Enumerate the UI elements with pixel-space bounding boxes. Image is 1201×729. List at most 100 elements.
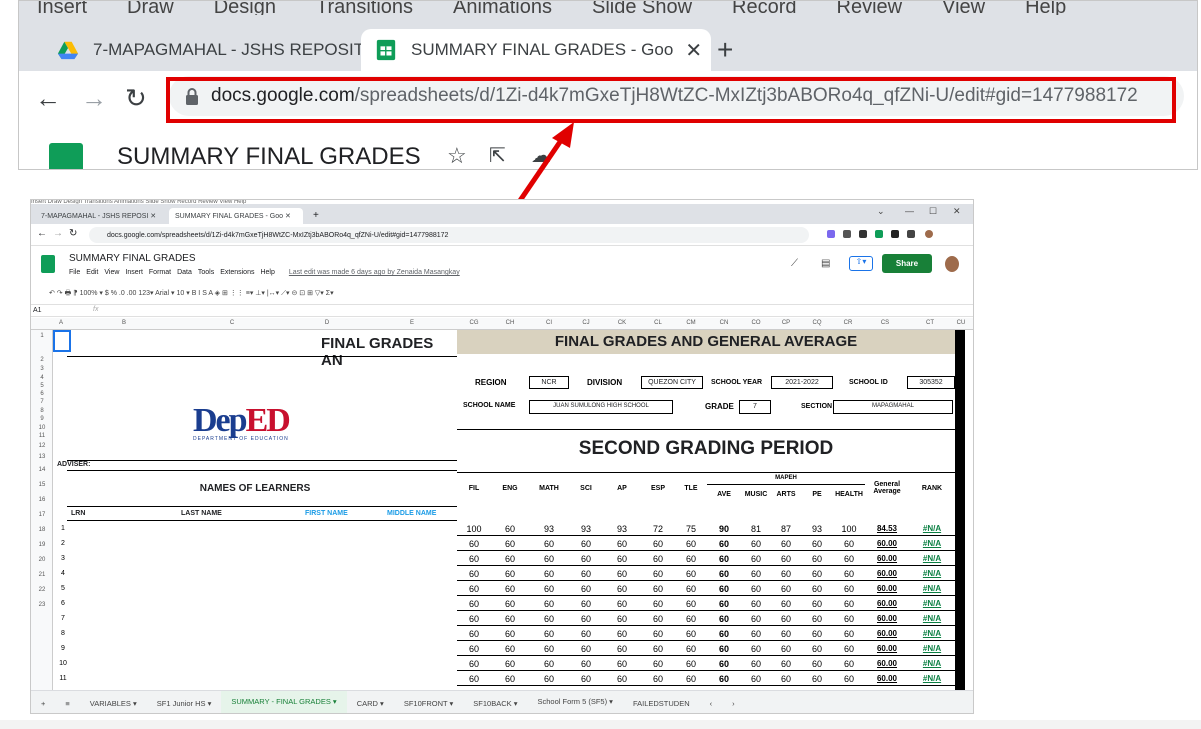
grade-cell[interactable]: 60 <box>707 644 741 654</box>
grade-cell[interactable]: 60 <box>801 599 833 609</box>
extension-icon[interactable] <box>827 230 835 238</box>
row-header[interactable]: 2 <box>31 357 53 363</box>
general-average-cell[interactable]: 60.00 <box>865 614 909 623</box>
grade-cell[interactable]: 60 <box>801 554 833 564</box>
extension-icon[interactable] <box>891 230 899 238</box>
general-average-cell[interactable]: 60.00 <box>865 569 909 578</box>
grade-cell[interactable]: 60 <box>771 614 801 624</box>
grade-cell[interactable]: 60 <box>457 599 491 609</box>
col-header[interactable]: CS <box>863 320 907 326</box>
row-header[interactable]: 7 <box>31 399 53 405</box>
back-icon[interactable]: ← <box>37 228 47 239</box>
tab-search-icon[interactable]: ⌄ <box>877 206 885 217</box>
grade-cell[interactable]: 60 <box>833 659 865 669</box>
grade-cell[interactable]: 60 <box>833 644 865 654</box>
grade-cell[interactable]: 60 <box>741 599 771 609</box>
present-button[interactable]: ⇧▾ <box>849 256 873 271</box>
row-header[interactable]: 15 <box>31 482 53 488</box>
grade-cell[interactable]: 60 <box>801 644 833 654</box>
grade-cell[interactable]: 60 <box>603 674 641 684</box>
grade-cell[interactable]: 60 <box>707 629 741 639</box>
grade-cell[interactable]: 60 <box>801 569 833 579</box>
grade-cell[interactable]: 60 <box>457 584 491 594</box>
col-header[interactable]: CG <box>457 320 491 326</box>
menu-edit[interactable]: Edit <box>86 269 98 276</box>
sheet-tab[interactable]: School Form 5 (SF5) ▾ <box>527 691 623 713</box>
section-value[interactable]: MAPAGMAHAL <box>833 400 953 414</box>
grade-cell[interactable]: 60 <box>457 569 491 579</box>
grade-cell[interactable]: 60 <box>491 644 529 654</box>
grade-cell[interactable]: 60 <box>801 674 833 684</box>
grade-cell[interactable]: 60 <box>741 614 771 624</box>
col-header[interactable]: CT <box>907 320 953 326</box>
extension-icon[interactable] <box>875 230 883 238</box>
grade-cell[interactable]: 60 <box>641 644 675 654</box>
col-header[interactable]: CP <box>771 320 801 326</box>
profile-avatar[interactable] <box>925 230 933 238</box>
minimize-icon[interactable]: — <box>905 206 914 216</box>
grade-cell[interactable]: 60 <box>675 599 707 609</box>
grade-cell[interactable]: 93 <box>603 524 641 534</box>
grade-cell[interactable]: 60 <box>801 584 833 594</box>
col-header[interactable]: CJ <box>569 320 603 326</box>
tab-jshs-repository[interactable]: 7-MAPAGMAHAL - JSHS REPOSI ✕ <box>35 208 165 224</box>
doc-title[interactable]: SUMMARY FINAL GRADES <box>117 143 421 169</box>
general-average-cell[interactable]: 60.00 <box>865 539 909 548</box>
omnibox[interactable]: docs.google.com/spreadsheets/d/1Zi-d4k7m… <box>89 227 809 243</box>
grade-cell[interactable]: 60 <box>771 674 801 684</box>
scroll-left-icon[interactable]: ‹ <box>700 691 723 714</box>
col-header[interactable]: D <box>285 320 369 326</box>
tab-summary-final-grades[interactable]: SUMMARY FINAL GRADES - Goo ✕ <box>361 29 711 71</box>
sheet-tab[interactable]: SF10BACK ▾ <box>463 691 527 714</box>
rank-cell[interactable]: #N/A <box>909 659 955 668</box>
avatar[interactable] <box>945 256 959 272</box>
grade-cell[interactable]: 60 <box>707 584 741 594</box>
grade-cell[interactable]: 60 <box>801 539 833 549</box>
grade-cell[interactable]: 60 <box>641 674 675 684</box>
rank-cell[interactable]: #N/A <box>909 554 955 563</box>
grade-cell[interactable]: 60 <box>641 584 675 594</box>
grade-cell[interactable]: 60 <box>529 674 569 684</box>
grade-cell[interactable]: 60 <box>741 674 771 684</box>
grade-cell[interactable]: 60 <box>491 554 529 564</box>
menu-extensions[interactable]: Extensions <box>220 269 254 276</box>
general-average-cell[interactable]: 60.00 <box>865 659 909 668</box>
menu-help[interactable]: Help <box>260 269 274 276</box>
grade-cell[interactable]: 60 <box>641 569 675 579</box>
row-header[interactable]: 1 <box>31 333 53 339</box>
sheet-tab[interactable]: SF1 Junior HS ▾ <box>147 691 222 714</box>
grade-cell[interactable]: 60 <box>675 569 707 579</box>
grade-cell[interactable]: 60 <box>641 614 675 624</box>
grade-cell[interactable]: 60 <box>771 554 801 564</box>
grade-cell[interactable]: 60 <box>529 584 569 594</box>
grade-cell[interactable]: 60 <box>603 614 641 624</box>
grade-cell[interactable]: 60 <box>569 539 603 549</box>
menu-insert[interactable]: Insert <box>125 269 143 276</box>
row-header[interactable]: 18 <box>31 527 53 533</box>
grade-cell[interactable]: 60 <box>529 539 569 549</box>
row-header[interactable]: 20 <box>31 557 53 563</box>
grade-cell[interactable]: 60 <box>641 554 675 564</box>
grade-cell[interactable]: 60 <box>457 644 491 654</box>
grade-cell[interactable]: 60 <box>801 629 833 639</box>
row-header[interactable]: 22 <box>31 587 53 593</box>
grade-cell[interactable]: 60 <box>529 599 569 609</box>
grade-cell[interactable]: 60 <box>707 674 741 684</box>
row-header[interactable]: 17 <box>31 512 53 518</box>
row-header[interactable]: 10 <box>31 425 53 431</box>
col-header[interactable]: CU <box>953 320 969 326</box>
grade-cell[interactable]: 60 <box>491 584 529 594</box>
grade-cell[interactable]: 60 <box>801 614 833 624</box>
grade-cell[interactable]: 60 <box>569 599 603 609</box>
rank-cell[interactable]: #N/A <box>909 614 955 623</box>
region-value[interactable]: NCR <box>529 376 569 389</box>
row-header[interactable]: 12 <box>31 443 53 449</box>
row-header[interactable]: 4 <box>31 375 53 381</box>
grade-cell[interactable]: 60 <box>569 644 603 654</box>
grade-cell[interactable]: 60 <box>603 599 641 609</box>
toolbar[interactable]: ↶ ↷ 🖶 ⁋ 100% ▾ $ % .0 .00 123▾ Arial ▾ 1… <box>31 286 973 302</box>
grade-cell[interactable]: 60 <box>603 539 641 549</box>
grade-cell[interactable]: 60 <box>675 614 707 624</box>
col-header[interactable]: CK <box>603 320 641 326</box>
grade-cell[interactable]: 93 <box>801 524 833 534</box>
